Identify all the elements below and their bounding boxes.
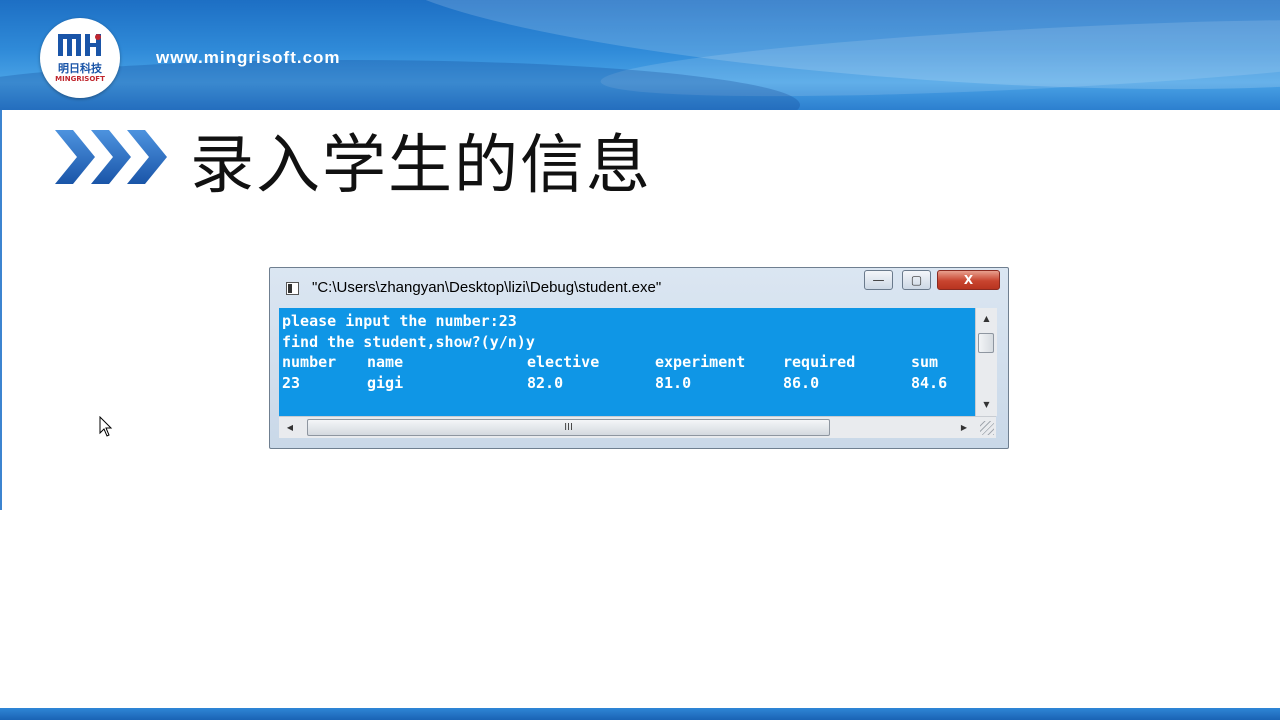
console-app-icon — [286, 282, 299, 295]
logo-mark-icon — [58, 34, 101, 56]
window-title: "C:\Users\zhangyan\Desktop\lizi\Debug\st… — [312, 279, 662, 296]
header-banner: 明日科技 MINGRISOFT www.mingrisoft.com — [0, 0, 1280, 110]
console-line: please input the number:23 — [282, 312, 517, 330]
cell-elective: 82.0 — [527, 374, 564, 392]
scroll-right-arrow-icon[interactable]: ▶ — [955, 417, 973, 438]
console-line: find the student,show?(y/n)y — [282, 333, 535, 351]
logo-text-cn: 明日科技 — [58, 62, 102, 75]
cell-experiment: 81.0 — [655, 374, 692, 392]
maximize-button[interactable]: ▢ — [902, 270, 931, 290]
scroll-up-arrow-icon[interactable]: ▲ — [976, 310, 997, 328]
header-required: required — [783, 353, 856, 371]
vertical-scrollbar[interactable]: ▲ ▼ — [975, 308, 997, 416]
horizontal-scrollbar[interactable]: ◀ III ▶ — [279, 416, 996, 438]
header-number: number — [282, 353, 337, 371]
header-elective: elective — [527, 353, 600, 371]
header-sum: sum — [911, 353, 939, 371]
scroll-left-arrow-icon[interactable]: ◀ — [281, 417, 299, 438]
cell-sum: 84.6 — [911, 374, 948, 392]
site-url: www.mingrisoft.com — [156, 48, 341, 67]
header-name: name — [367, 353, 404, 371]
chevron-arrows-icon — [55, 130, 167, 184]
scroll-down-arrow-icon[interactable]: ▼ — [976, 396, 997, 414]
vertical-scroll-thumb[interactable] — [978, 333, 994, 353]
cell-number: 23 — [282, 374, 301, 392]
header-experiment: experiment — [655, 353, 746, 371]
slide-title: 录入学生的信息 — [190, 129, 652, 203]
close-button[interactable]: X — [937, 270, 1000, 290]
cell-name: gigi — [367, 374, 404, 392]
mingrisoft-logo: 明日科技 MINGRISOFT — [40, 18, 120, 98]
horizontal-scroll-thumb[interactable]: III — [307, 419, 830, 436]
minimize-button[interactable]: — — [864, 270, 893, 290]
console-window: "C:\Users\zhangyan\Desktop\lizi\Debug\st… — [269, 267, 1009, 449]
footer-bar — [0, 708, 1280, 720]
left-border-line — [0, 110, 2, 510]
cell-required: 86.0 — [783, 374, 820, 392]
console-output[interactable]: please input the number:23 find the stud… — [279, 308, 975, 416]
resize-grip-icon[interactable] — [980, 421, 994, 435]
mouse-pointer-icon — [99, 416, 113, 437]
logo-text-en: MINGRISOFT — [55, 75, 105, 83]
